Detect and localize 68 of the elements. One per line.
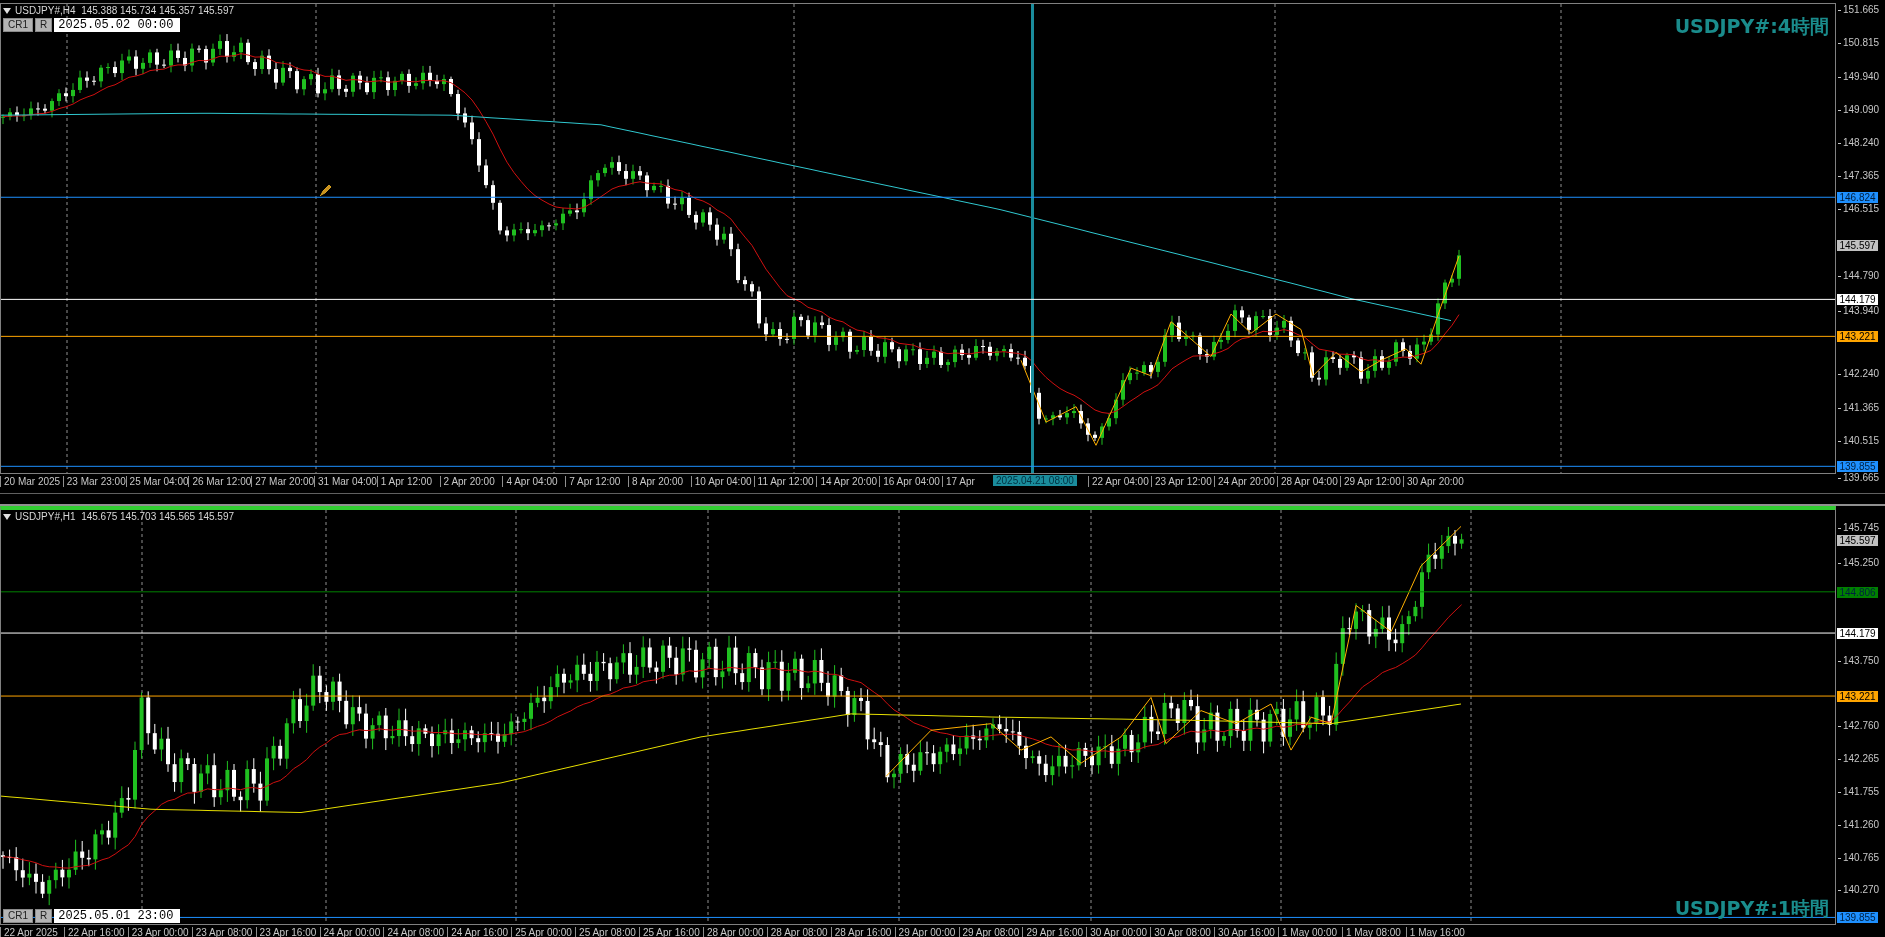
toolbar-button[interactable]: CR1 (3, 18, 33, 32)
time-label: 29 Apr 12:00 (1340, 476, 1401, 487)
price-tick: 143.940 (1838, 305, 1880, 316)
price-tick: 141.755 (1838, 787, 1880, 798)
toolbar-button[interactable]: R (35, 909, 53, 923)
time-label: 11 Apr 12:00 (753, 476, 814, 487)
price-tag: 143.221 (1837, 331, 1878, 343)
time-label: 24 Apr 20:00 (1214, 476, 1275, 487)
time-label: 7 Apr 12:00 (565, 476, 621, 487)
price-tag: 144.179 (1837, 294, 1878, 306)
price-tick: 145.745 (1838, 523, 1880, 534)
time-label: 1 Apr 12:00 (376, 476, 432, 487)
price-tick: 148.240 (1838, 137, 1880, 148)
time-label: 25 Mar 04:00 (125, 476, 189, 487)
price-tick: 144.790 (1838, 270, 1880, 281)
price-tag: 139.855 (1837, 912, 1878, 924)
price-tag: 146.824 (1837, 192, 1878, 204)
price-tick: 140.765 (1838, 852, 1880, 863)
time-label: 14 Apr 20:00 (816, 476, 878, 487)
toolbar-button[interactable]: CR1 (3, 909, 33, 923)
time-label: 30 Apr 20:00 (1403, 476, 1464, 487)
price-tick: 142.760 (1838, 721, 1880, 732)
price-tick: 151.665 (1838, 5, 1880, 16)
time-label: 2 Apr 20:00 (439, 476, 495, 487)
time-label: 31 Mar 04:00 (314, 476, 377, 487)
time-label: 26 Mar 12:00 (188, 476, 252, 487)
price-tick: 141.260 (1838, 820, 1880, 831)
chart-header: USDJPY#,H1 145.675 145.703 145.565 145.597 (15, 511, 235, 522)
price-tick: 143.750 (1838, 656, 1880, 667)
date-field[interactable]: 2025.05.01 23:00 (54, 909, 181, 923)
crosshair-time-label: 2025.04.21 08:00 (993, 475, 1077, 486)
chart-watermark: USDJPY#:1時間 (1674, 896, 1829, 921)
toolbar-button[interactable]: R (35, 18, 53, 32)
dropdown-icon (3, 513, 11, 520)
time-label: 20 Mar 2025 (0, 476, 61, 487)
time-label: 10 Apr 04:00 (690, 476, 752, 487)
price-tick: 139.665 (1838, 472, 1880, 483)
time-label: 22 Apr 04:00 (1088, 476, 1149, 487)
time-label: 28 Apr 04:00 (1277, 476, 1338, 487)
price-tag: 144.179 (1837, 628, 1878, 640)
price-tick: 141.365 (1838, 403, 1880, 413)
dropdown-icon (3, 7, 11, 14)
date-field[interactable]: 2025.05.02 00:00 (54, 18, 181, 32)
price-tick: 147.365 (1838, 171, 1880, 182)
price-tag: 145.597 (1837, 534, 1878, 546)
time-label: 16 Apr 04:00 (879, 476, 940, 487)
price-tick: 149.940 (1838, 71, 1880, 82)
price-tick: 149.090 (1838, 104, 1880, 115)
price-tick: 142.265 (1838, 753, 1880, 764)
time-label: 4 Apr 04:00 (502, 476, 558, 487)
price-tag: 144.806 (1837, 586, 1878, 598)
price-tag: 145.597 (1837, 239, 1878, 251)
time-label: 23 Apr 12:00 (1151, 476, 1212, 487)
price-tag: 143.221 (1837, 691, 1878, 703)
time-label: 8 Apr 20:00 (628, 476, 684, 487)
time-label: 23 Mar 23:00 (62, 476, 126, 487)
time-label: 17 Apr (942, 476, 975, 487)
pencil-icon (319, 183, 333, 197)
price-tick: 140.270 (1838, 885, 1880, 896)
price-tick: 150.815 (1838, 38, 1880, 49)
time-label: 27 Mar 20:00 (251, 476, 315, 487)
chart-watermark: USDJPY#:4時間 (1674, 14, 1829, 39)
price-tick: 145.250 (1838, 557, 1880, 568)
price-tick: 142.240 (1838, 369, 1880, 380)
price-tick: 140.515 (1838, 435, 1880, 446)
price-tick: 146.515 (1838, 204, 1880, 215)
price-tag: 139.855 (1837, 461, 1878, 473)
chart-header: USDJPY#,H4 145.388 145.734 145.357 145.597 (15, 5, 235, 16)
